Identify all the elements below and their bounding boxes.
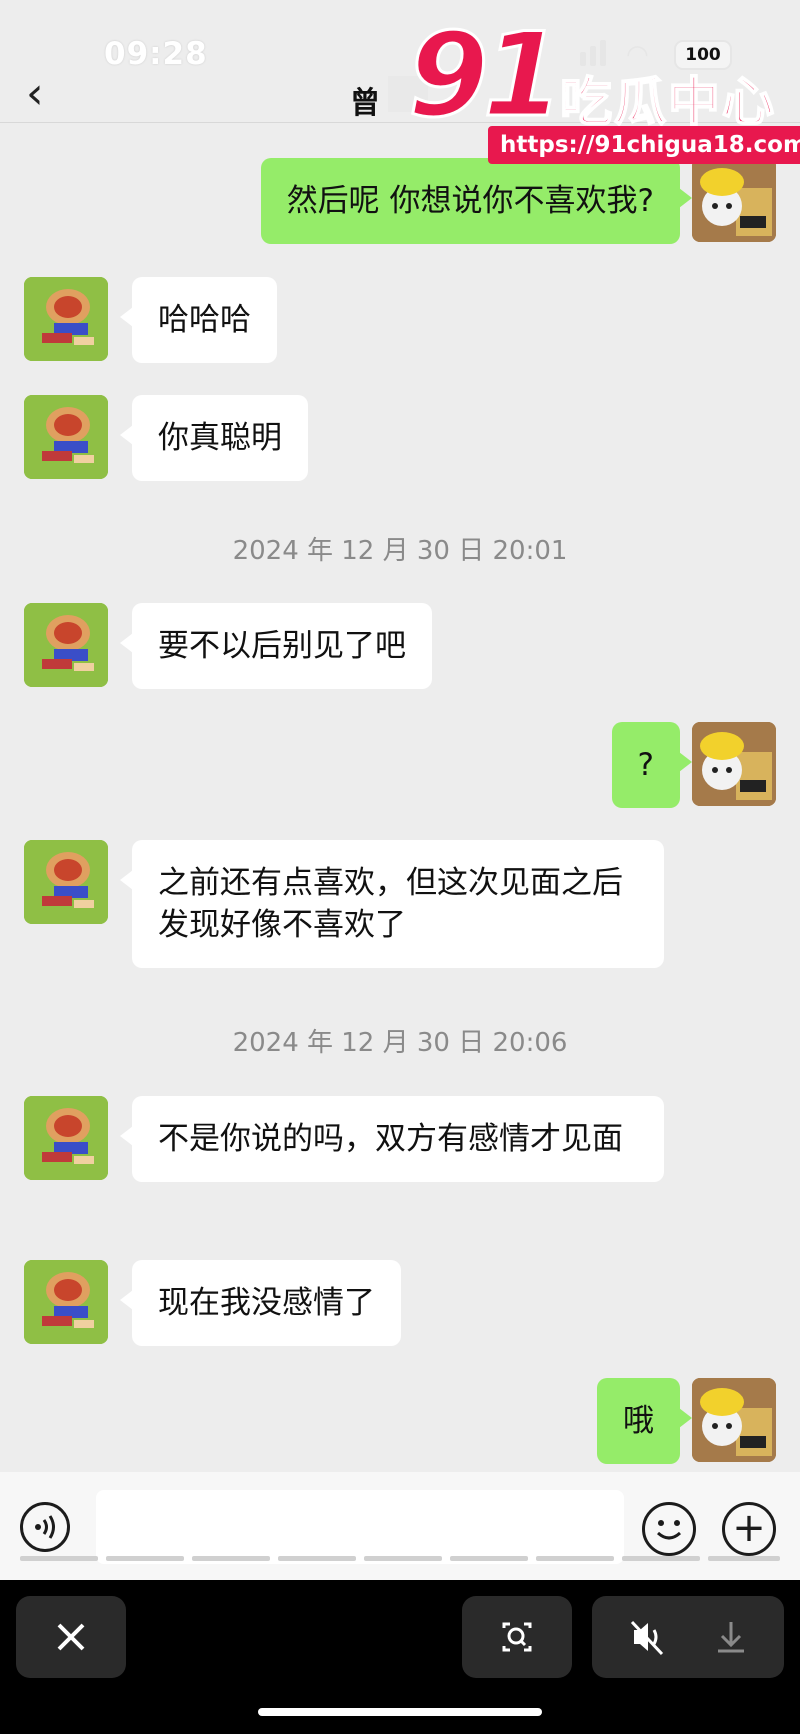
voice-button[interactable] [20, 1502, 70, 1552]
message-bubble-received[interactable]: 现在我没感情了 [120, 1260, 401, 1346]
avatar-contact[interactable] [24, 840, 108, 924]
message-bubble-sent[interactable]: 哦 [597, 1378, 692, 1464]
avatar-contact[interactable] [24, 1096, 108, 1180]
avatar-contact[interactable] [24, 603, 108, 687]
message-bubble-received[interactable]: 不是你说的吗，双方有感情才见面 [120, 1096, 664, 1182]
download-icon[interactable] [696, 1596, 766, 1678]
watermark-logo: 91 吃瓜中心 https://91chigua18.com [406, 8, 800, 164]
avatar-contact[interactable] [24, 395, 108, 479]
avatar-self[interactable] [692, 158, 776, 242]
viewer-toolbar [0, 1580, 800, 1734]
emoji-button[interactable] [642, 1502, 696, 1556]
message-bubble-received[interactable]: 要不以后别见了吧 [120, 603, 432, 689]
message-bubble-received[interactable]: 之前还有点喜欢，但这次见面之后发现好像不喜欢了 [120, 840, 664, 968]
watermark-text: 吃瓜中心 [559, 72, 777, 134]
scan-icon [502, 1622, 532, 1652]
plus-icon: + [732, 1505, 766, 1551]
chevron-left-icon: ‹ [26, 68, 44, 119]
emoji-icon [656, 1520, 682, 1540]
home-indicator [258, 1708, 542, 1716]
close-icon [57, 1623, 85, 1651]
scan-button[interactable] [462, 1596, 572, 1678]
mute-icon[interactable] [612, 1596, 682, 1678]
message-bubble-sent[interactable]: ? [611, 722, 693, 808]
plus-button[interactable]: + [722, 1502, 776, 1556]
message-bubble-received[interactable]: 哈哈哈 [120, 277, 277, 363]
watermark-number: 91 [406, 8, 564, 143]
close-button[interactable] [16, 1596, 126, 1678]
message-list[interactable]: 然后呢 你想说你不喜欢我? 哈哈哈 你真聪明 2024 年 12 月 30 日 … [0, 122, 800, 1472]
watermark-url: https://91chigua18.com [488, 126, 800, 164]
avatar-self[interactable] [692, 722, 776, 806]
timestamp-divider: 2024 年 12 月 30 日 20:06 [232, 1028, 568, 1058]
message-bubble-sent[interactable]: 然后呢 你想说你不喜欢我? [260, 158, 693, 244]
avatar-self[interactable] [692, 1378, 776, 1462]
media-progress-segments [20, 1556, 780, 1564]
avatar-contact[interactable] [24, 1260, 108, 1344]
message-input[interactable] [96, 1490, 624, 1564]
message-bubble-received[interactable]: 你真聪明 [120, 395, 308, 481]
voice-icon [35, 1515, 55, 1539]
back-button[interactable]: ‹ [26, 72, 44, 116]
status-time: 09:28 [104, 36, 208, 72]
media-actions [592, 1596, 784, 1678]
timestamp-divider: 2024 年 12 月 30 日 20:01 [232, 536, 568, 566]
chat-title: 曾 [350, 86, 380, 121]
avatar-contact[interactable] [24, 277, 108, 361]
